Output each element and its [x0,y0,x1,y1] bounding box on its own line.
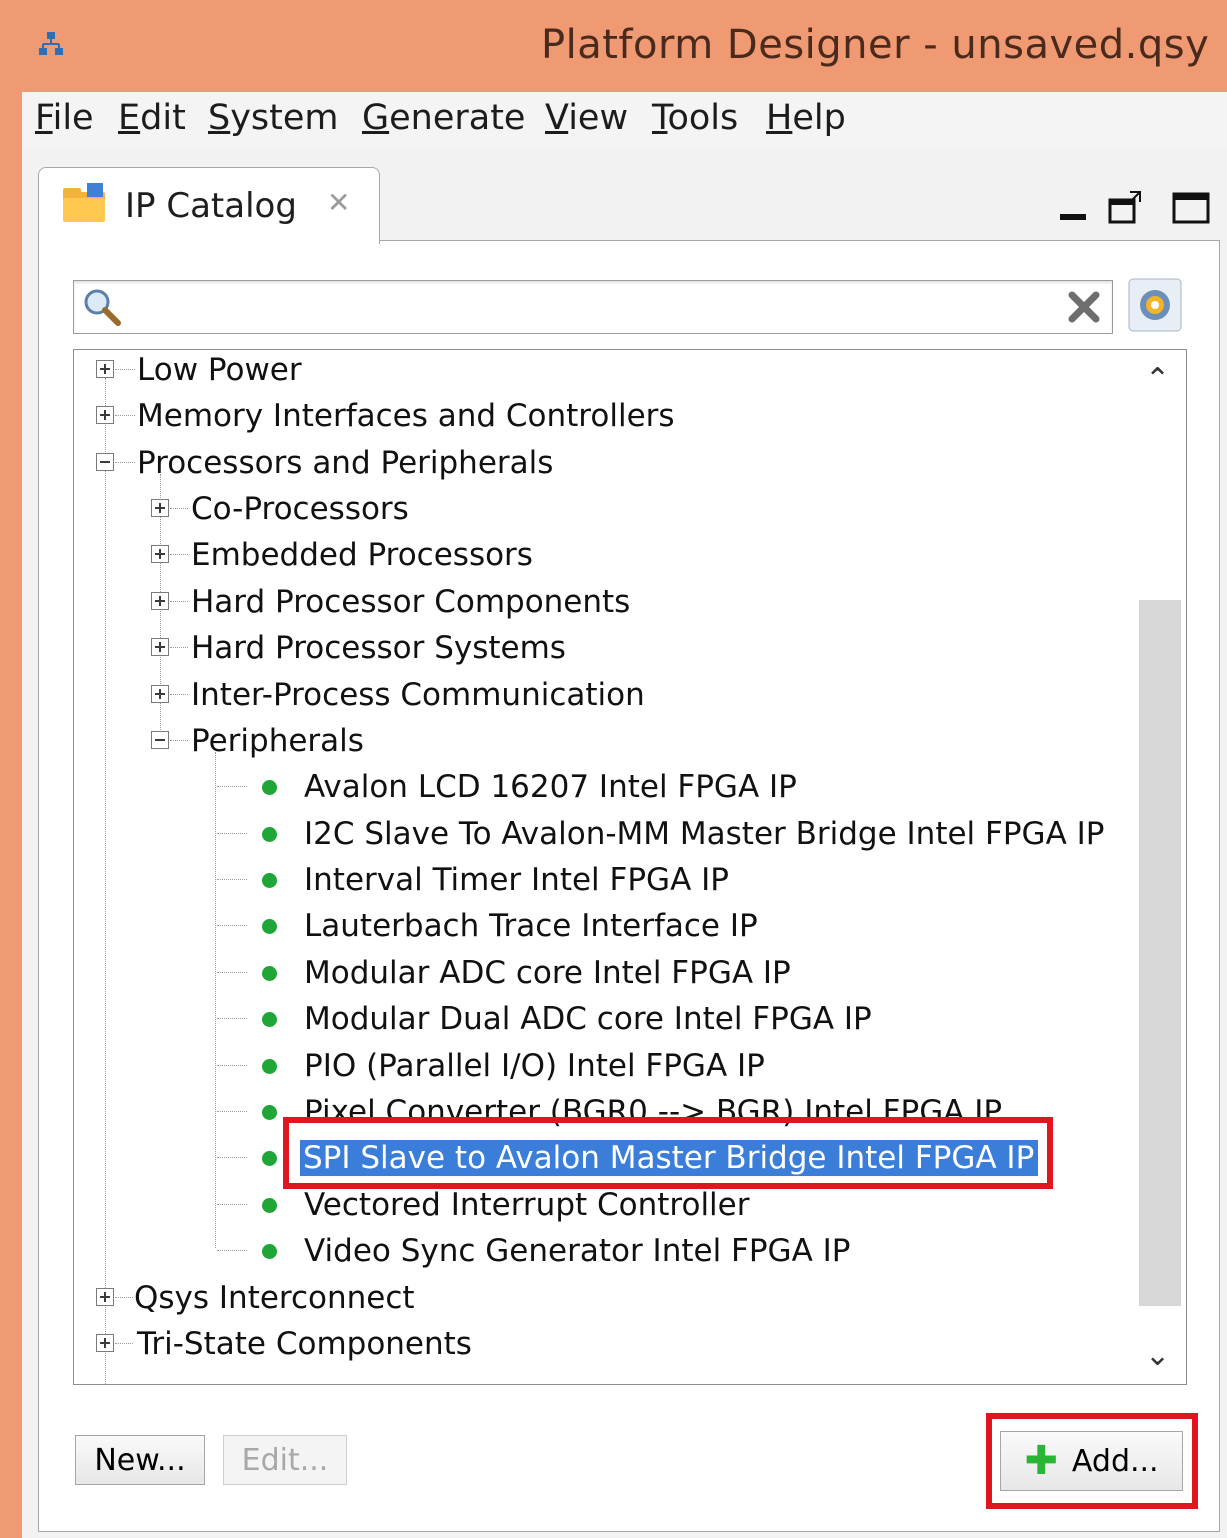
expand-icon[interactable] [96,1288,114,1306]
maximize-view-icon[interactable] [1172,192,1210,224]
status-dot-icon [262,1151,277,1166]
status-dot-icon [262,966,277,981]
network-icon[interactable] [36,30,66,60]
window-title: Platform Designer - unsaved.qsy [541,22,1210,68]
expand-icon[interactable] [151,499,169,517]
status-dot-icon [262,1198,277,1213]
minimize-view-button[interactable] [1060,214,1086,220]
menu-file[interactable]: File [35,98,94,138]
selected-item-highlight [283,1117,1053,1189]
collapse-icon[interactable] [151,731,169,749]
expand-icon[interactable] [151,638,169,656]
menu-help[interactable]: Help [766,98,846,138]
clear-search-icon[interactable] [1066,289,1102,325]
chevron-down-icon[interactable]: ⌄ [1145,1338,1170,1373]
menu-generate[interactable]: Generate [362,98,525,138]
expand-icon[interactable] [96,406,114,424]
collapse-icon[interactable] [96,453,114,471]
status-dot-icon [262,827,277,842]
tree-guide-line [215,752,216,1248]
menu-system[interactable]: System [208,98,339,138]
status-dot-icon [262,780,277,795]
status-dot-icon [262,1012,277,1027]
expand-icon[interactable] [151,685,169,703]
search-icon [84,289,121,326]
scrollbar-thumb[interactable] [1139,600,1181,1306]
status-dot-icon [262,1105,277,1120]
expand-icon[interactable] [151,545,169,563]
title-bar: Platform Designer - unsaved.qsy [0,0,1227,92]
status-dot-icon [262,873,277,888]
menu-tools[interactable]: Tools [652,98,738,138]
folder-icon [63,183,105,222]
detach-view-icon[interactable] [1108,190,1144,226]
status-dot-icon [262,1244,277,1259]
new-button[interactable]: New... [75,1435,205,1485]
add-button-highlight [986,1413,1198,1509]
menu-bar: File Edit System Generate View Tools Hel… [22,92,1227,149]
search-input[interactable] [134,287,1038,327]
status-dot-icon [262,1059,277,1074]
status-dot-icon [262,919,277,934]
menu-edit[interactable]: Edit [118,98,186,138]
edit-button[interactable]: Edit... [223,1435,347,1485]
chevron-up-icon[interactable]: ⌃ [1145,362,1170,397]
tab-label: IP Catalog [125,186,297,226]
close-tab-icon[interactable]: ✕ [327,186,350,219]
ip-catalog-tree: Low Power Memory Interfaces and Controll… [73,349,1187,1385]
tree-guide-line [105,378,106,1384]
menu-view[interactable]: View [545,98,628,138]
window-frame-left [0,0,22,1538]
gear-icon[interactable] [1128,278,1182,332]
expand-icon[interactable] [151,592,169,610]
expand-icon[interactable] [96,1334,114,1352]
tab-ip-catalog[interactable]: IP Catalog ✕ [38,167,380,244]
expand-icon[interactable] [96,360,114,378]
search-field[interactable] [73,280,1113,334]
